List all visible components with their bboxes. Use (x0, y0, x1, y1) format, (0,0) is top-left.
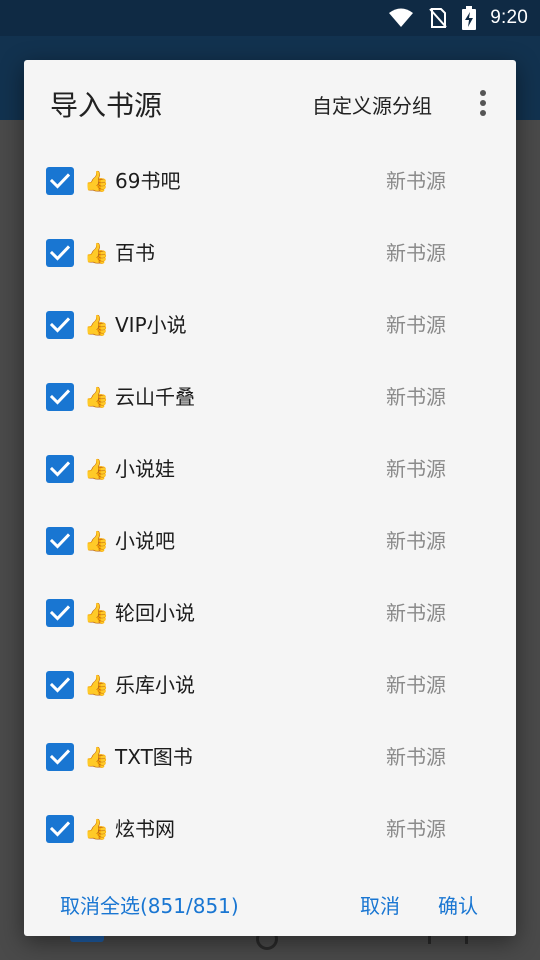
source-checkbox[interactable] (46, 383, 74, 411)
source-list-item[interactable]: 👍 VIP小说 新书源 (24, 289, 516, 361)
check-icon (50, 533, 70, 549)
source-name: TXT图书 (115, 745, 193, 769)
source-checkbox[interactable] (46, 311, 74, 339)
source-checkbox[interactable] (46, 239, 74, 267)
check-icon (50, 605, 70, 621)
source-name: 69书吧 (115, 169, 181, 193)
source-checkbox[interactable] (46, 671, 74, 699)
source-name: 小说娃 (115, 457, 175, 481)
no-sim-icon (429, 8, 447, 28)
source-name: 云山千叠 (115, 385, 195, 409)
source-checkbox[interactable] (46, 455, 74, 483)
source-name: 小说吧 (115, 529, 175, 553)
dialog-footer: 取消全选(851/851) 取消 确认 (24, 880, 516, 936)
source-checkbox[interactable] (46, 167, 74, 195)
source-status: 新书源 (386, 385, 446, 409)
source-status: 新书源 (386, 601, 446, 625)
thumbs-up-icon: 👍 (84, 601, 109, 625)
source-list-item[interactable]: 👍 乐库小说 新书源 (24, 649, 516, 721)
source-status: 新书源 (386, 313, 446, 337)
source-list-item[interactable]: 👍 炫书网 新书源 (24, 793, 516, 865)
more-dot (480, 90, 486, 96)
dialog-header: 导入书源 自定义源分组 (24, 60, 516, 144)
source-status: 新书源 (386, 169, 446, 193)
source-name: 乐库小说 (115, 673, 195, 697)
source-status: 新书源 (386, 673, 446, 697)
thumbs-up-icon: 👍 (84, 673, 109, 697)
source-list: 👍 69书吧 新书源 👍 百书 新书源 👍 VIP小说 新书源 👍 云山千叠 新书源 👍 小说娃 新书源 👍 小… (24, 145, 516, 865)
source-list-item[interactable]: 👍 69书吧 新书源 (24, 145, 516, 217)
check-icon (50, 245, 70, 261)
wifi-icon (389, 8, 414, 27)
thumbs-up-icon: 👍 (84, 241, 109, 265)
cancel-button[interactable]: 取消 (360, 890, 400, 919)
source-list-item[interactable]: 👍 小说娃 新书源 (24, 433, 516, 505)
thumbs-up-icon: 👍 (84, 313, 109, 337)
thumbs-up-icon: 👍 (84, 457, 109, 481)
more-vert-icon[interactable] (468, 86, 498, 120)
source-status: 新书源 (386, 745, 446, 769)
dialog-title: 导入书源 (50, 89, 163, 122)
deselect-all-button[interactable]: 取消全选(851/851) (60, 890, 239, 919)
source-list-item[interactable]: 👍 小说吧 新书源 (24, 505, 516, 577)
check-icon (50, 173, 70, 189)
check-icon (50, 389, 70, 405)
source-checkbox[interactable] (46, 743, 74, 771)
source-checkbox[interactable] (46, 815, 74, 843)
source-list-item[interactable]: 👍 TXT图书 新书源 (24, 721, 516, 793)
source-checkbox[interactable] (46, 599, 74, 627)
more-dot (480, 100, 486, 106)
source-status: 新书源 (386, 529, 446, 553)
more-dot (480, 110, 486, 116)
check-icon (50, 461, 70, 477)
thumbs-up-icon: 👍 (84, 385, 109, 409)
custom-group-button[interactable]: 自定义源分组 (312, 90, 432, 119)
check-icon (50, 677, 70, 693)
status-bar: 9:20 (0, 0, 540, 36)
thumbs-up-icon: 👍 (84, 529, 109, 553)
status-time: 9:20 (490, 7, 528, 28)
source-name: 轮回小说 (115, 601, 195, 625)
source-checkbox[interactable] (46, 527, 74, 555)
source-list-item[interactable]: 👍 云山千叠 新书源 (24, 361, 516, 433)
check-icon (50, 317, 70, 333)
check-icon (50, 821, 70, 837)
check-icon (50, 749, 70, 765)
source-list-item[interactable]: 👍 百书 新书源 (24, 217, 516, 289)
import-source-dialog: 导入书源 自定义源分组 👍 69书吧 新书源 👍 百书 新书源 👍 VIP小说 新书源 👍 云山千叠… (24, 60, 516, 936)
source-name: 百书 (115, 241, 155, 265)
thumbs-up-icon: 👍 (84, 817, 109, 841)
source-name: VIP小说 (115, 313, 187, 337)
confirm-button[interactable]: 确认 (438, 890, 478, 919)
thumbs-up-icon: 👍 (84, 745, 109, 769)
status-icons: 9:20 (388, 5, 528, 31)
source-list-item[interactable]: 👍 轮回小说 新书源 (24, 577, 516, 649)
thumbs-up-icon: 👍 (84, 169, 109, 193)
source-name: 炫书网 (115, 817, 175, 841)
source-status: 新书源 (386, 457, 446, 481)
source-status: 新书源 (386, 241, 446, 265)
screen: 9:20 导入书源 自定义源分组 👍 69书吧 新书源 👍 百书 新书源 👍 VIP小说 新书源… (0, 0, 540, 960)
battery-charging-icon (462, 6, 477, 30)
source-status: 新书源 (386, 817, 446, 841)
